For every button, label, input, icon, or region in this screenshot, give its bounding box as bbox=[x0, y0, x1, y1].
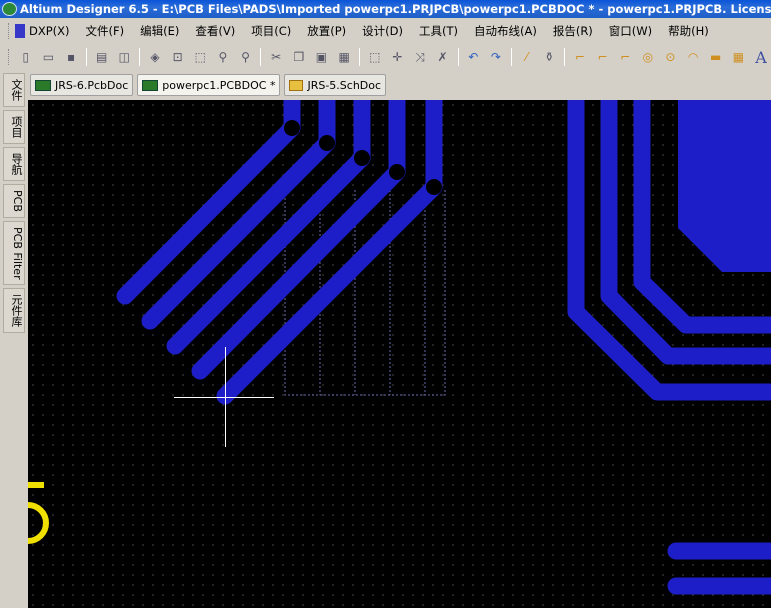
menu-autoroute[interactable]: 自动布线(A) bbox=[466, 23, 545, 39]
tab-label: JRS-5.SchDoc bbox=[307, 78, 382, 92]
menu-bar: DXP(X) 文件(F) 编辑(E) 查看(V) 项目(C) 放置(P) 设计(… bbox=[0, 20, 771, 42]
browse-components-icon[interactable]: ⚱ bbox=[539, 48, 559, 66]
via-icon[interactable]: ◎ bbox=[638, 48, 658, 66]
zoom-area-icon[interactable]: ⬚ bbox=[190, 48, 210, 66]
menu-file[interactable]: 文件(F) bbox=[78, 23, 133, 39]
toolbar-separator bbox=[85, 48, 87, 66]
toolbar-grip[interactable] bbox=[8, 23, 11, 39]
save-icon[interactable]: ▪ bbox=[61, 48, 81, 66]
fill-icon[interactable]: ▬ bbox=[706, 48, 726, 66]
zoom-selected-icon[interactable]: ⚲ bbox=[213, 48, 233, 66]
copy-icon[interactable]: ❐ bbox=[289, 48, 309, 66]
toolbar: ▯ ▭ ▪ ▤ ◫ ◈ ⊡ ⬚ ⚲ ⚲ ✂ ❐ ▣ ▦ ⬚ ✛ ⤨ ✗ ↶ ↷ ⁄ ⚱ ⌐ ⌐ ⌐ ◎ ⊙ ◠ ▬ ▦ A bbox=[0, 44, 771, 70]
new-icon[interactable]: ▯ bbox=[16, 48, 36, 66]
menu-help[interactable]: 帮助(H) bbox=[660, 23, 717, 39]
deselect-icon[interactable]: ⤨ bbox=[410, 48, 430, 66]
tab-label: powerpc1.PCBDOC * bbox=[162, 78, 276, 92]
toolbar-separator bbox=[510, 48, 512, 66]
move-icon[interactable]: ✛ bbox=[388, 48, 408, 66]
window-title: Altium Designer 6.5 - E:\PCB Files\PADS\… bbox=[20, 2, 771, 16]
side-tab-pcb-filter[interactable]: PCB Filter bbox=[3, 220, 25, 286]
pad-icon[interactable]: ⊙ bbox=[661, 48, 681, 66]
multi-route-icon[interactable]: ⌐ bbox=[615, 48, 635, 66]
side-tab-pcb[interactable]: PCB bbox=[3, 184, 25, 218]
print-preview-icon[interactable]: ◫ bbox=[115, 48, 135, 66]
select-area-icon[interactable]: ⬚ bbox=[365, 48, 385, 66]
pad[interactable] bbox=[319, 135, 335, 151]
undo-icon[interactable]: ↶ bbox=[464, 48, 484, 66]
document-tabs: JRS-6.PcbDoc powerpc1.PCBDOC * JRS-5.Sch… bbox=[28, 72, 387, 98]
toolbar-separator bbox=[457, 48, 459, 66]
tab-powerpc1-pcbdoc[interactable]: powerpc1.PCBDOC * bbox=[137, 74, 281, 96]
side-tab-projects[interactable]: 项目 bbox=[3, 110, 25, 144]
print-icon[interactable]: ▤ bbox=[92, 48, 112, 66]
menu-design[interactable]: 设计(D) bbox=[354, 23, 411, 39]
toolbar-separator bbox=[260, 48, 262, 66]
side-panel-bar: 文件 项目 导航 PCB PCB Filter 元件库 bbox=[0, 70, 27, 608]
open-icon[interactable]: ▭ bbox=[39, 48, 59, 66]
side-tab-libraries[interactable]: 元件库 bbox=[3, 288, 25, 334]
redo-icon[interactable]: ↷ bbox=[486, 48, 506, 66]
arc-icon[interactable]: ◠ bbox=[683, 48, 703, 66]
pad[interactable] bbox=[284, 120, 300, 136]
pad[interactable] bbox=[354, 150, 370, 166]
altium-logo-icon bbox=[2, 2, 17, 16]
menu-project[interactable]: 项目(C) bbox=[243, 23, 299, 39]
sch-doc-icon bbox=[289, 79, 304, 91]
toolbar-separator bbox=[358, 48, 360, 66]
pcb-drawing bbox=[28, 100, 771, 595]
menu-dxp[interactable]: DXP(X) bbox=[29, 24, 78, 38]
menu-reports[interactable]: 报告(R) bbox=[545, 23, 601, 39]
differential-route-icon[interactable]: ⌐ bbox=[593, 48, 613, 66]
cross-probe-icon[interactable]: ⁄ bbox=[517, 48, 537, 66]
menu-view[interactable]: 查看(V) bbox=[187, 23, 243, 39]
dxp-icon bbox=[15, 24, 25, 38]
rubber-stamp-icon[interactable]: ▦ bbox=[334, 48, 354, 66]
zoom-fit-icon[interactable]: ⊡ bbox=[168, 48, 188, 66]
silkscreen-overlay bbox=[28, 482, 49, 544]
menu-tools[interactable]: 工具(T) bbox=[411, 23, 466, 39]
pcb-canvas[interactable] bbox=[28, 100, 771, 608]
string-icon[interactable]: A bbox=[751, 48, 771, 67]
side-tab-files[interactable]: 文件 bbox=[3, 73, 25, 107]
menu-place[interactable]: 放置(P) bbox=[299, 23, 354, 39]
pcb-doc-icon bbox=[142, 79, 159, 91]
zoom-filter-icon[interactable]: ⚲ bbox=[236, 48, 256, 66]
toolbar-separator bbox=[564, 48, 566, 66]
menu-window[interactable]: 窗口(W) bbox=[601, 23, 660, 39]
toolbar-grip[interactable] bbox=[8, 49, 11, 65]
copper-fill[interactable] bbox=[678, 100, 771, 272]
title-bar: Altium Designer 6.5 - E:\PCB Files\PADS\… bbox=[0, 0, 771, 18]
pcb-doc-icon bbox=[35, 79, 51, 91]
paste-icon[interactable]: ▣ bbox=[312, 48, 332, 66]
clear-filter-icon[interactable]: ✗ bbox=[433, 48, 453, 66]
menu-edit[interactable]: 编辑(E) bbox=[132, 23, 187, 39]
pad[interactable] bbox=[426, 179, 442, 195]
layers-icon[interactable]: ◈ bbox=[145, 48, 165, 66]
polygon-icon[interactable]: ▦ bbox=[729, 48, 749, 66]
pad[interactable] bbox=[389, 164, 405, 180]
cut-icon[interactable]: ✂ bbox=[266, 48, 286, 66]
tab-jrs6-pcbdoc[interactable]: JRS-6.PcbDoc bbox=[30, 74, 134, 96]
tab-jrs5-schdoc[interactable]: JRS-5.SchDoc bbox=[284, 74, 387, 96]
side-tab-navigator[interactable]: 导航 bbox=[3, 147, 25, 181]
tab-label: JRS-6.PcbDoc bbox=[55, 78, 129, 92]
toolbar-separator bbox=[139, 48, 141, 66]
interactive-route-icon[interactable]: ⌐ bbox=[570, 48, 590, 66]
